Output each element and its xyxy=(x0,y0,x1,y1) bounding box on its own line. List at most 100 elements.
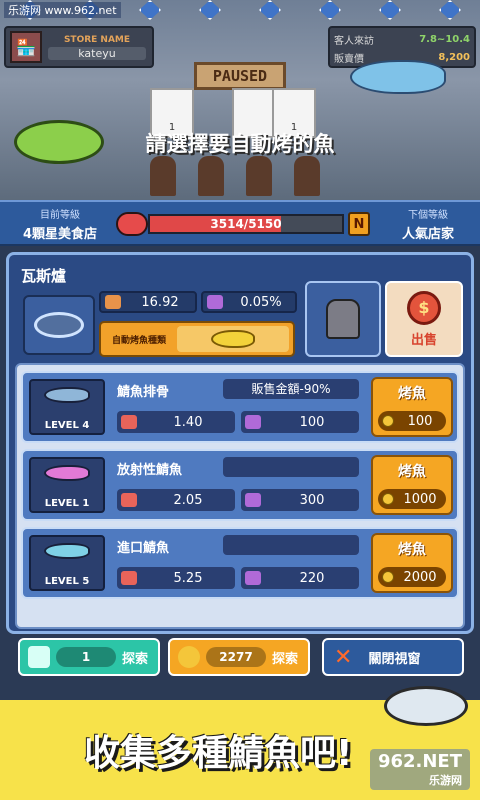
new-badge[interactable]: N xyxy=(348,212,370,236)
fish-thumb: LEVEL 5 xyxy=(29,535,105,591)
grill-fish-button[interactable]: 烤魚 100 xyxy=(371,377,453,437)
auto-grill-label: 自動烤魚種類 xyxy=(111,335,166,346)
gem-icon xyxy=(28,646,50,668)
fish-sign-icon xyxy=(350,60,446,94)
flag-icon xyxy=(199,0,221,20)
fish-thumb: LEVEL 1 xyxy=(29,457,105,513)
coin-sell-icon: $ xyxy=(407,290,441,325)
fish-level: LEVEL 5 xyxy=(44,576,90,587)
flag-icon xyxy=(259,0,281,20)
fish-row: LEVEL 4 鯖魚排骨 販售金額-90% 1.40 100 烤魚 100 xyxy=(21,371,459,443)
coin-icon xyxy=(382,415,394,427)
close-label: 關閉視窗 xyxy=(368,651,421,667)
watermark-bottom: 962.NET 乐游网 xyxy=(369,749,470,790)
coin-icon xyxy=(382,493,394,505)
promo-footer: 收集多種鯖魚吧! 962.NET 乐游网 xyxy=(0,686,480,800)
skull-icon xyxy=(245,415,261,429)
fish-thumb: LEVEL 4 xyxy=(29,379,105,435)
cat-helper-button[interactable] xyxy=(305,281,381,357)
next-level: 下個等級 人氣店家 xyxy=(382,206,474,242)
fish-stat-popularity: 1.40 xyxy=(117,411,235,433)
prompt-text: 請選擇要自動烤的魚 xyxy=(145,132,335,156)
paused-sign[interactable]: PAUSED xyxy=(194,62,286,90)
fish-price: 1000 xyxy=(403,491,437,507)
sell-button[interactable]: $ 出售 xyxy=(385,281,463,357)
lips-icon xyxy=(121,493,137,507)
skull-icon xyxy=(207,295,223,309)
fish-stat-toxicity: 220 xyxy=(241,567,359,589)
current-level-label: 目前等級 xyxy=(40,210,80,221)
grill-title: 瓦斯爐 xyxy=(21,267,67,285)
customers xyxy=(150,156,320,196)
bottom-actions: 1 探索 2277 探索 ✕ 關閉視窗 xyxy=(18,638,464,678)
level-bar: 目前等級 4顆星美食店 3514/5150 N 下個等級 人氣店家 xyxy=(0,200,480,246)
fish-price: 100 xyxy=(407,413,433,429)
stat-key: 客人來訪 xyxy=(334,35,374,47)
grill-fish-button[interactable]: 烤魚 2000 xyxy=(371,533,453,593)
fish-name: 鯖魚排骨 xyxy=(117,385,170,400)
fish-list[interactable]: LEVEL 4 鯖魚排骨 販售金額-90% 1.40 100 烤魚 100 LE… xyxy=(15,363,465,629)
auto-fish-slot xyxy=(177,326,289,352)
grill-stat-rate: 0.05% xyxy=(201,291,297,313)
skull-icon xyxy=(245,493,261,507)
customer-icon xyxy=(150,156,176,196)
gem-count: 1 xyxy=(56,647,116,667)
explore-label: 探索 xyxy=(272,651,299,667)
fish-stat-toxicity: 300 xyxy=(241,489,359,511)
grill-fish-button[interactable]: 烤魚 1000 xyxy=(371,455,453,515)
current-level: 目前等級 4顆星美食店 xyxy=(6,206,114,242)
store-name: kateyu xyxy=(48,46,146,60)
fish-price: 2000 xyxy=(403,569,437,585)
auto-grill-type[interactable]: 自動烤魚種類 xyxy=(99,321,295,357)
fish-name: 放射性鯖魚 xyxy=(117,463,183,478)
next-level-label: 下個等級 xyxy=(408,210,448,221)
grill-stat-value: 16.92 xyxy=(141,294,179,310)
lips-icon xyxy=(121,571,137,585)
watermark-text: 962.NET xyxy=(377,751,462,772)
watermark-top: 乐游网 www.962.net xyxy=(4,2,121,18)
price-pill: 1000 xyxy=(378,489,446,509)
grill-panel: 瓦斯爐 16.92 0.05% 自動烤魚種類 $ 出售 LEVEL 4 鯖魚排骨… xyxy=(6,252,474,634)
fish-stat-popularity: 2.05 xyxy=(117,489,235,511)
fish-bone-icon xyxy=(44,387,90,403)
promo-title: 收集多種鯖魚吧! xyxy=(84,733,353,774)
yellow-fish-icon xyxy=(211,330,255,348)
stat-value: 8,200 xyxy=(438,51,470,63)
gas-stove-icon xyxy=(23,295,95,355)
fish-level: LEVEL 1 xyxy=(44,498,90,509)
grill-button-label: 烤魚 xyxy=(398,464,426,480)
stat-value: 7.8~10.4 xyxy=(419,33,470,45)
explore-gem-button[interactable]: 1 探索 xyxy=(18,638,160,676)
coin-icon xyxy=(178,646,200,668)
current-level-value: 4顆星美食店 xyxy=(22,227,98,242)
coin-icon xyxy=(382,571,394,583)
fish-note xyxy=(223,535,359,555)
skull-icon xyxy=(245,571,261,585)
close-icon: ✕ xyxy=(334,644,353,670)
grill-stat-value: 0.05% xyxy=(240,294,282,310)
fish-row: LEVEL 1 放射性鯖魚 2.05 300 烤魚 1000 xyxy=(21,449,459,521)
lips-icon xyxy=(121,415,137,429)
store-icon: 🏪 xyxy=(10,31,42,63)
game-scene: 乐游网 www.962.net 🏪 STORE NAME kateyu 客人來訪… xyxy=(0,0,480,200)
grill-stat-speed: 16.92 xyxy=(99,291,197,313)
fish-stat-value: 1.40 xyxy=(173,414,203,430)
fish-name: 進口鯖魚 xyxy=(117,541,170,556)
fish-stat-value: 5.25 xyxy=(173,570,203,586)
radioactive-fish-icon xyxy=(44,465,90,481)
close-window-button[interactable]: ✕ 關閉視窗 xyxy=(322,638,464,676)
flag-icon xyxy=(379,0,401,20)
fish-mascot-icon xyxy=(384,686,468,726)
fish-note: 販售金額-90% xyxy=(223,379,359,399)
flag-icon xyxy=(139,0,161,20)
customer-icon xyxy=(246,156,272,196)
explore-coin-button[interactable]: 2277 探索 xyxy=(168,638,310,676)
fish-stat-toxicity: 100 xyxy=(241,411,359,433)
next-level-value: 人氣店家 xyxy=(401,227,454,242)
fish-stat-value: 100 xyxy=(299,414,325,430)
cat-icon xyxy=(326,299,360,339)
flag-icon xyxy=(319,0,341,20)
watermark-sub: 乐游网 xyxy=(429,774,462,787)
fish-level: LEVEL 4 xyxy=(44,420,90,431)
fish-row: LEVEL 5 進口鯖魚 5.25 220 烤魚 2000 xyxy=(21,527,459,599)
